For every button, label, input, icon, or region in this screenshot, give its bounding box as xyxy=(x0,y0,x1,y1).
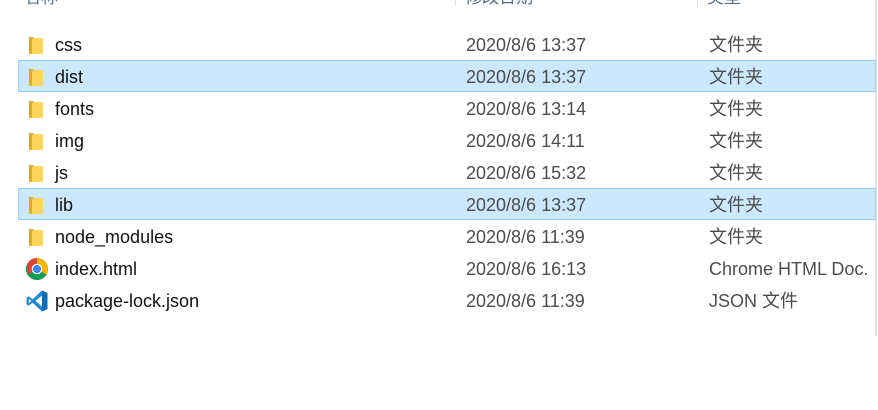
file-type: 文件夹 xyxy=(709,227,763,247)
folder-icon xyxy=(29,197,43,214)
file-name: node_modules xyxy=(55,227,174,247)
file-icon-cell xyxy=(26,157,48,189)
file-row-fonts[interactable]: fonts 2020/8/6 13:14 文件夹 xyxy=(18,92,876,124)
file-type: Chrome HTML Doc. xyxy=(709,259,869,279)
file-type: 文件夹 xyxy=(709,99,763,119)
file-row-index-html[interactable]: index.html 2020/8/6 16:13 Chrome HTML Do… xyxy=(18,252,876,284)
file-icon-cell xyxy=(26,285,48,317)
file-icon-cell xyxy=(26,29,48,61)
folder-icon xyxy=(29,229,43,246)
file-row-node-modules[interactable]: node_modules 2020/8/6 11:39 文件夹 xyxy=(18,220,876,252)
file-name: css xyxy=(55,35,82,55)
file-icon-cell xyxy=(26,61,48,93)
file-icon-cell xyxy=(26,189,48,221)
folder-icon xyxy=(29,101,43,118)
file-row-js[interactable]: js 2020/8/6 15:32 文件夹 xyxy=(18,156,876,188)
file-type: JSON 文件 xyxy=(709,291,799,311)
file-row-img[interactable]: img 2020/8/6 14:11 文件夹 xyxy=(18,124,876,156)
column-header-date[interactable]: 修改日期 xyxy=(465,0,533,18)
file-type: 文件夹 xyxy=(709,163,763,183)
file-icon-cell xyxy=(26,125,48,157)
file-date-modified: 2020/8/6 13:37 xyxy=(466,35,587,55)
file-date-modified: 2020/8/6 13:14 xyxy=(466,99,587,119)
column-header-bar: 名称 修改日期 类型 xyxy=(0,0,878,18)
vscode-icon xyxy=(26,290,48,312)
column-header-name[interactable]: 名称 xyxy=(24,0,58,18)
folder-icon xyxy=(29,133,43,150)
file-date-modified: 2020/8/6 13:37 xyxy=(466,67,587,87)
chrome-icon xyxy=(26,258,48,280)
file-type: 文件夹 xyxy=(709,67,763,87)
file-name: img xyxy=(55,131,85,151)
file-row-dist[interactable]: dist 2020/8/6 13:37 文件夹 xyxy=(18,60,876,92)
file-icon-cell xyxy=(26,93,48,125)
file-date-modified: 2020/8/6 14:11 xyxy=(466,131,585,151)
file-icon-cell xyxy=(26,221,48,253)
file-type: 文件夹 xyxy=(709,35,763,55)
file-row-lib[interactable]: lib 2020/8/6 13:37 文件夹 xyxy=(18,188,876,220)
file-date-modified: 2020/8/6 11:39 xyxy=(466,291,585,311)
folder-icon xyxy=(29,69,43,86)
file-icon-cell xyxy=(26,253,48,285)
file-date-modified: 2020/8/6 13:37 xyxy=(466,195,587,215)
file-name: package-lock.json xyxy=(55,291,200,311)
file-row-css[interactable]: css 2020/8/6 13:37 文件夹 xyxy=(18,28,876,60)
folder-icon xyxy=(29,165,43,182)
file-date-modified: 2020/8/6 11:39 xyxy=(466,227,585,247)
file-date-modified: 2020/8/6 15:32 xyxy=(466,163,587,183)
file-type: 文件夹 xyxy=(709,131,763,151)
file-date-modified: 2020/8/6 16:13 xyxy=(466,259,587,279)
file-name: dist xyxy=(55,67,84,87)
column-header-type[interactable]: 类型 xyxy=(707,0,741,18)
file-type: 文件夹 xyxy=(709,195,763,215)
file-name: lib xyxy=(55,195,74,215)
file-name: index.html xyxy=(55,259,138,279)
file-name: fonts xyxy=(55,99,95,119)
file-name: js xyxy=(55,163,68,183)
folder-icon xyxy=(29,37,43,54)
column-divider[interactable] xyxy=(455,0,456,6)
column-divider[interactable] xyxy=(697,0,698,6)
file-row-package-lock-json[interactable]: package-lock.json 2020/8/6 11:39 JSON 文件 xyxy=(18,284,876,316)
